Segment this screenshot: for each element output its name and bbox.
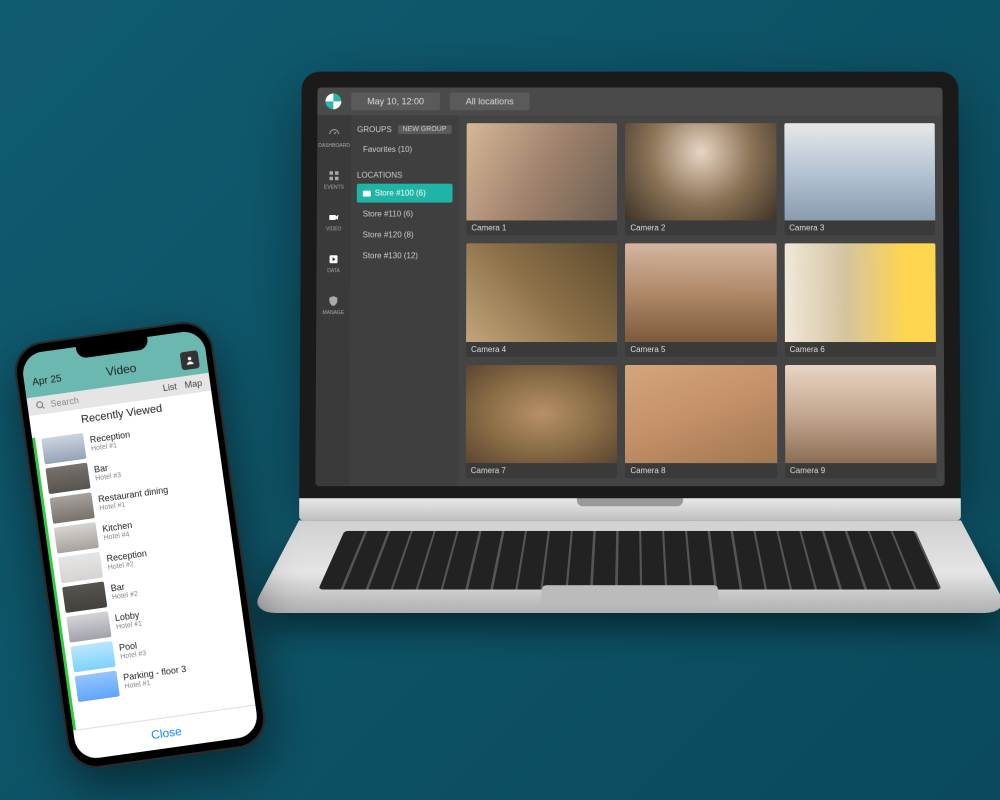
laptop-screen: May 10, 12:00 All locations DASHBOARD xyxy=(315,88,944,487)
tab-list[interactable]: List xyxy=(162,381,177,393)
camera-feed xyxy=(625,123,776,221)
phone-screen: Apr 25 Video Search List Map Recently Vi… xyxy=(20,329,259,761)
location-item-store-130[interactable]: Store #130 (12) xyxy=(356,246,452,265)
nav-label: DASHBOARD xyxy=(318,143,350,149)
tab-map[interactable]: Map xyxy=(184,378,203,390)
nav-dashboard[interactable]: DASHBOARD xyxy=(318,127,350,149)
new-group-button[interactable]: NEW GROUP xyxy=(398,125,452,134)
recently-viewed-list[interactable]: ReceptionHotel #1 BarHotel #3 Restaurant… xyxy=(32,412,255,730)
nav-rail: DASHBOARD EVENTS VIDEO xyxy=(315,115,351,486)
play-icon xyxy=(327,252,341,266)
camera-tile-8[interactable]: Camera 8 xyxy=(625,365,777,478)
camera-tile-7[interactable]: Camera 7 xyxy=(466,365,618,478)
nav-label: VIDEO xyxy=(326,226,342,232)
camera-feed xyxy=(625,365,777,463)
camera-label: Camera 8 xyxy=(625,463,777,478)
thumbnail xyxy=(50,492,95,524)
nav-video[interactable]: VIDEO xyxy=(326,211,342,233)
phone-date: Apr 25 xyxy=(32,373,63,388)
camera-feed xyxy=(466,244,617,342)
favorites-item[interactable]: Favorites (10) xyxy=(357,140,453,159)
app-logo-icon xyxy=(325,93,341,109)
nav-manage[interactable]: MANAGE xyxy=(322,294,344,316)
search-icon xyxy=(35,400,46,411)
camera-feed xyxy=(466,365,618,463)
camera-label: Camera 5 xyxy=(625,342,776,357)
thumbnail xyxy=(41,433,86,465)
camera-feed xyxy=(466,123,617,221)
location-item-store-110[interactable]: Store #110 (6) xyxy=(357,205,453,224)
location-label: Store #100 (6) xyxy=(375,189,426,198)
camera-label: Camera 1 xyxy=(466,221,617,236)
laptop-bezel: May 10, 12:00 All locations DASHBOARD xyxy=(299,72,961,499)
camera-feed xyxy=(784,244,936,342)
camera-tile-2[interactable]: Camera 2 xyxy=(625,123,776,236)
app-body: DASHBOARD EVENTS VIDEO xyxy=(315,115,944,486)
locations-heading: LOCATIONS xyxy=(357,171,453,180)
camera-label: Camera 4 xyxy=(466,342,617,357)
nav-label: MANAGE xyxy=(322,310,344,316)
thumbnail xyxy=(58,552,103,584)
thumbnail xyxy=(54,522,99,554)
keyboard-keys xyxy=(318,531,941,590)
thumbnail xyxy=(70,641,115,673)
camera-tile-9[interactable]: Camera 9 xyxy=(785,365,937,478)
nav-data[interactable]: DATA xyxy=(326,252,340,274)
laptop-hinge xyxy=(299,498,961,520)
camera-tile-5[interactable]: Camera 5 xyxy=(625,244,776,357)
laptop-keyboard xyxy=(250,520,1000,613)
camera-label: Camera 6 xyxy=(785,342,936,357)
phone-title: Video xyxy=(105,361,137,379)
nav-label: EVENTS xyxy=(324,185,344,191)
trackpad xyxy=(540,585,720,604)
shield-icon xyxy=(326,294,340,308)
datetime-selector[interactable]: May 10, 12:00 xyxy=(351,92,440,110)
camera-icon xyxy=(327,211,341,225)
camera-label: Camera 9 xyxy=(785,463,937,478)
thumbnail xyxy=(66,611,111,643)
camera-tile-1[interactable]: Camera 1 xyxy=(466,123,617,236)
thumbnail xyxy=(45,463,90,495)
nav-label: DATA xyxy=(327,268,340,274)
location-item-store-100[interactable]: Store #100 (6) xyxy=(357,184,453,203)
app-topbar: May 10, 12:00 All locations xyxy=(317,88,942,116)
camera-tile-3[interactable]: Camera 3 xyxy=(784,123,935,236)
camera-tile-4[interactable]: Camera 4 xyxy=(466,244,617,357)
camera-feed xyxy=(625,244,776,342)
sidebar: GROUPS NEW GROUP Favorites (10) LOCATION… xyxy=(349,115,458,486)
phone-mockup: Apr 25 Video Search List Map Recently Vi… xyxy=(11,318,269,772)
camera-dot-icon xyxy=(363,190,371,196)
search-placeholder: Search xyxy=(50,395,80,409)
dashboard-icon xyxy=(327,127,341,141)
camera-label: Camera 7 xyxy=(466,463,618,478)
laptop-mockup: May 10, 12:00 All locations DASHBOARD xyxy=(298,72,961,662)
camera-feed xyxy=(784,123,935,221)
thumbnail xyxy=(62,581,107,613)
thumbnail xyxy=(75,671,120,703)
groups-heading: GROUPS xyxy=(357,125,392,134)
camera-grid: Camera 1 Camera 2 Camera 3 Camera 4 Came… xyxy=(458,115,945,486)
nav-events[interactable]: EVENTS xyxy=(324,169,344,191)
phone-body: Apr 25 Video Search List Map Recently Vi… xyxy=(11,318,269,772)
camera-tile-6[interactable]: Camera 6 xyxy=(784,244,936,357)
camera-label: Camera 2 xyxy=(625,221,776,236)
camera-label: Camera 3 xyxy=(784,221,935,236)
location-item-store-120[interactable]: Store #120 (8) xyxy=(357,225,453,244)
phone-profile-button[interactable] xyxy=(180,350,200,370)
camera-feed xyxy=(785,365,937,463)
grid-icon xyxy=(327,169,341,183)
location-selector[interactable]: All locations xyxy=(450,92,530,110)
